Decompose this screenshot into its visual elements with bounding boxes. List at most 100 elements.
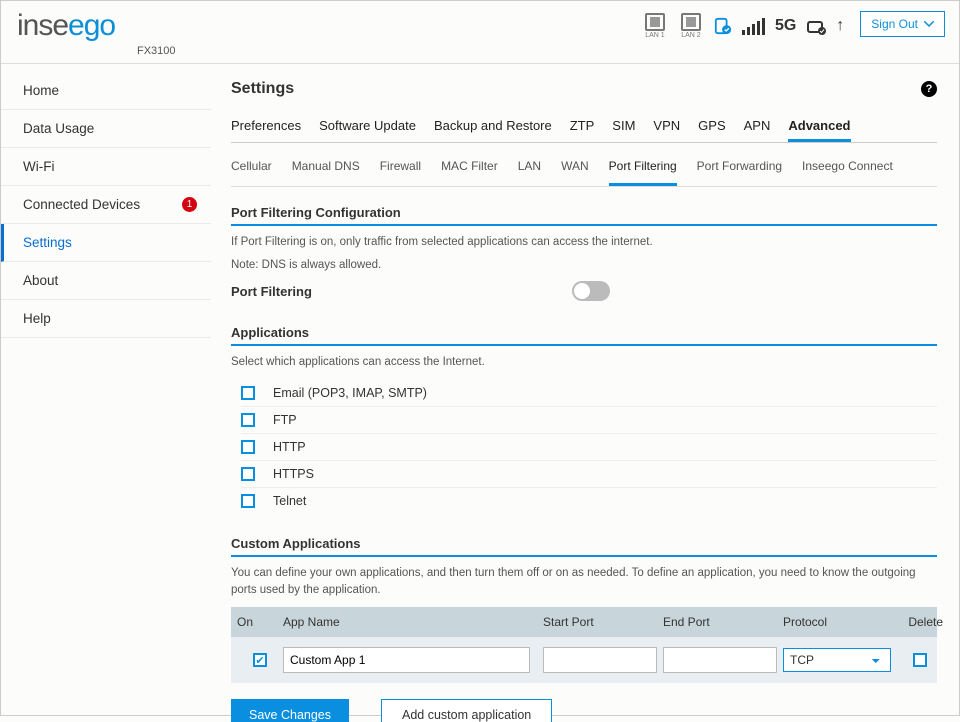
application-row: Email (POP3, IMAP, SMTP) bbox=[241, 380, 937, 406]
brand-logo: inseego bbox=[17, 9, 176, 43]
port-filtering-toggle[interactable] bbox=[572, 281, 610, 301]
application-name: Email (POP3, IMAP, SMTP) bbox=[273, 386, 427, 400]
tab-ztp[interactable]: ZTP bbox=[570, 112, 595, 142]
sidebar-item-home[interactable]: Home bbox=[1, 72, 211, 110]
lan2-status: LAN 2 bbox=[678, 13, 704, 39]
application-checkbox[interactable] bbox=[241, 413, 255, 427]
tab-advanced[interactable]: Advanced bbox=[788, 112, 850, 142]
subtab-port-filtering[interactable]: Port Filtering bbox=[609, 153, 677, 186]
custom-app-end-port-input[interactable] bbox=[663, 647, 777, 673]
lan1-icon bbox=[645, 13, 665, 31]
custom-app-protocol-select[interactable]: TCPUDPBoth bbox=[783, 648, 891, 672]
tabs-primary: Preferences Software Update Backup and Res… bbox=[231, 112, 937, 143]
application-name: Telnet bbox=[273, 494, 306, 508]
sidebar: Home Data Usage Wi-Fi Connected Devices 1 Set… bbox=[1, 64, 211, 722]
section-title-custom-applications: Custom Applications bbox=[231, 536, 937, 557]
sidebar-item-label: Help bbox=[23, 311, 51, 326]
brand-block: inseego FX3100 bbox=[17, 9, 176, 57]
status-bar: LAN 1 LAN 2 5G ↑ bbox=[642, 13, 844, 39]
sidebar-item-help[interactable]: Help bbox=[1, 300, 211, 338]
sign-out-label: Sign Out bbox=[871, 17, 918, 31]
lan1-status: LAN 1 bbox=[642, 13, 668, 39]
custom-app-on-checkbox[interactable] bbox=[253, 653, 267, 667]
application-name: HTTPS bbox=[273, 467, 314, 481]
upload-icon: ↑ bbox=[836, 17, 844, 35]
applications-list: Email (POP3, IMAP, SMTP) FTP HTTP HTTPS Teln… bbox=[241, 380, 937, 514]
col-delete: Delete bbox=[897, 615, 943, 629]
col-app-name: App Name bbox=[283, 615, 543, 629]
help-icon[interactable]: ? bbox=[921, 81, 937, 97]
lan1-label: LAN 1 bbox=[645, 32, 664, 39]
battery-icon bbox=[806, 17, 826, 35]
subtab-wan[interactable]: WAN bbox=[561, 153, 589, 186]
custom-app-row: TCPUDPBoth bbox=[231, 637, 937, 683]
lan2-icon bbox=[681, 13, 701, 31]
sidebar-item-label: Data Usage bbox=[23, 121, 94, 136]
application-row: FTP bbox=[241, 406, 937, 433]
tab-vpn[interactable]: VPN bbox=[653, 112, 680, 142]
sidebar-item-settings[interactable]: Settings bbox=[1, 224, 211, 262]
sidebar-item-label: Home bbox=[23, 83, 59, 98]
section-title-applications: Applications bbox=[231, 325, 937, 346]
col-protocol: Protocol bbox=[783, 615, 897, 629]
application-checkbox[interactable] bbox=[241, 386, 255, 400]
custom-app-name-input[interactable] bbox=[283, 647, 530, 673]
sidebar-item-label: Connected Devices bbox=[23, 197, 140, 212]
applications-hint: Select which applications can access the… bbox=[231, 354, 937, 371]
sidebar-item-about[interactable]: About bbox=[1, 262, 211, 300]
application-checkbox[interactable] bbox=[241, 467, 255, 481]
col-start-port: Start Port bbox=[543, 615, 663, 629]
notification-badge: 1 bbox=[182, 197, 197, 212]
device-model: FX3100 bbox=[137, 45, 176, 57]
application-checkbox[interactable] bbox=[241, 494, 255, 508]
custom-app-start-port-input[interactable] bbox=[543, 647, 657, 673]
tab-preferences[interactable]: Preferences bbox=[231, 112, 301, 142]
sidebar-item-label: About bbox=[23, 273, 58, 288]
application-row: HTTPS bbox=[241, 460, 937, 487]
port-filtering-note: Note: DNS is always allowed. bbox=[231, 259, 937, 271]
main-panel: Settings ? PreferencesSoftware UpdateBac… bbox=[211, 64, 959, 722]
sidebar-item-data-usage[interactable]: Data Usage bbox=[1, 110, 211, 148]
subtab-inseego-connect[interactable]: Inseego Connect bbox=[802, 153, 893, 186]
chevron-down-icon bbox=[924, 21, 934, 27]
sign-out-button[interactable]: Sign Out bbox=[860, 11, 945, 37]
sim-icon bbox=[714, 17, 732, 35]
application-row: HTTP bbox=[241, 433, 937, 460]
section-title-port-filtering: Port Filtering Configuration bbox=[231, 205, 937, 226]
subtab-cellular[interactable]: Cellular bbox=[231, 153, 272, 186]
network-type: 5G bbox=[775, 17, 796, 35]
subtab-lan[interactable]: LAN bbox=[518, 153, 541, 186]
brand-suffix: ego bbox=[68, 9, 115, 42]
port-filtering-toggle-label: Port Filtering bbox=[231, 284, 312, 299]
application-checkbox[interactable] bbox=[241, 440, 255, 454]
subtab-firewall[interactable]: Firewall bbox=[380, 153, 421, 186]
sidebar-item-connected-devices[interactable]: Connected Devices 1 bbox=[1, 186, 211, 224]
port-filtering-hint: If Port Filtering is on, only traffic fr… bbox=[231, 234, 937, 251]
application-name: FTP bbox=[273, 413, 297, 427]
custom-app-delete-checkbox[interactable] bbox=[913, 653, 927, 667]
subtab-port-forwarding[interactable]: Port Forwarding bbox=[697, 153, 782, 186]
tab-apn[interactable]: APN bbox=[744, 112, 771, 142]
app-header: inseego FX3100 LAN 1 LAN 2 5G ↑ Sign Out bbox=[1, 1, 959, 64]
sidebar-item-wi-fi[interactable]: Wi-Fi bbox=[1, 148, 211, 186]
save-changes-button[interactable]: Save Changes bbox=[231, 699, 349, 722]
add-custom-application-button[interactable]: Add custom application bbox=[381, 699, 552, 722]
subtab-manual-dns[interactable]: Manual DNS bbox=[292, 153, 360, 186]
custom-applications-hint: You can define your own applications, an… bbox=[231, 565, 937, 600]
signal-strength-icon bbox=[742, 17, 765, 35]
col-on: On bbox=[237, 615, 283, 629]
tabs-secondary: Cellular Manual DNS Firewall MAC Filter LAN W… bbox=[231, 153, 937, 187]
application-row: Telnet bbox=[241, 487, 937, 514]
col-end-port: End Port bbox=[663, 615, 783, 629]
tab-software-update[interactable]: Software Update bbox=[319, 112, 416, 142]
custom-apps-header: On App Name Start Port End Port Protocol… bbox=[231, 607, 937, 637]
sidebar-item-label: Settings bbox=[23, 235, 72, 250]
subtab-mac-filter[interactable]: MAC Filter bbox=[441, 153, 498, 186]
tab-gps[interactable]: GPS bbox=[698, 112, 725, 142]
tab-backup-and-restore[interactable]: Backup and Restore bbox=[434, 112, 552, 142]
lan2-label: LAN 2 bbox=[681, 32, 700, 39]
sidebar-item-label: Wi-Fi bbox=[23, 159, 54, 174]
brand-prefix: inse bbox=[17, 9, 68, 42]
application-name: HTTP bbox=[273, 440, 306, 454]
tab-sim[interactable]: SIM bbox=[612, 112, 635, 142]
